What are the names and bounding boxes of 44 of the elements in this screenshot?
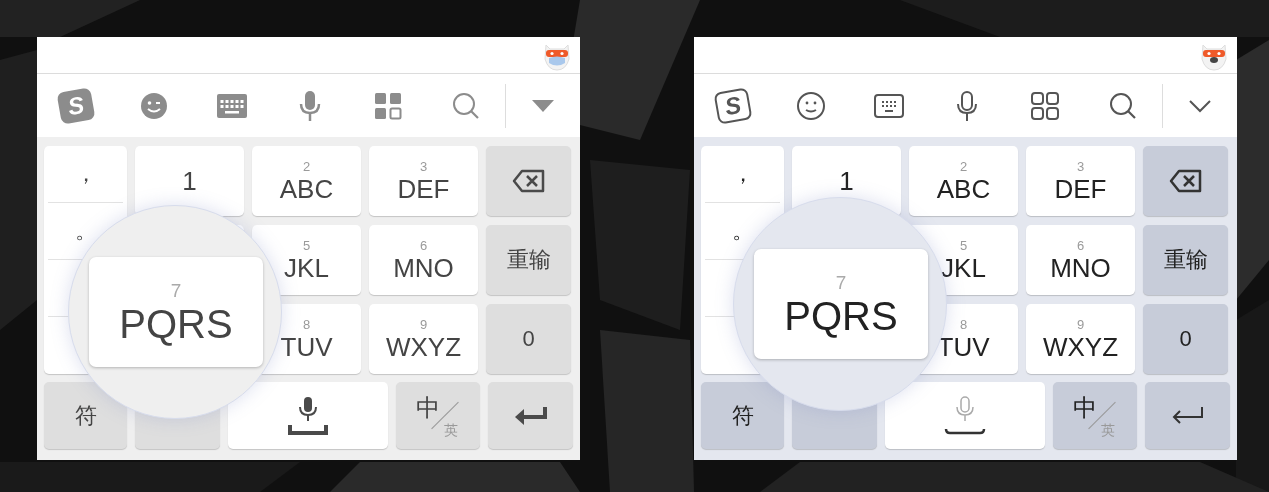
caret-down-icon[interactable] bbox=[531, 98, 555, 113]
microphone-icon[interactable] bbox=[298, 89, 322, 122]
apps-icon[interactable] bbox=[373, 90, 403, 121]
language-switch-key[interactable]: 中 英 bbox=[396, 382, 480, 449]
apps-icon[interactable] bbox=[1030, 90, 1060, 121]
punctuation-key[interactable]: 。 bbox=[74, 220, 97, 242]
function-key[interactable]: 重输 bbox=[1143, 225, 1228, 295]
punctuation-key[interactable]: ， bbox=[74, 163, 97, 185]
chevron-down-icon[interactable] bbox=[1188, 98, 1212, 113]
punctuation-key[interactable]: 。 bbox=[731, 220, 754, 242]
magnified-key: 7 PQRS bbox=[754, 249, 928, 359]
voice-space-icon bbox=[943, 394, 987, 437]
space-key[interactable] bbox=[228, 382, 388, 449]
function-key[interactable]: 符 bbox=[44, 382, 127, 449]
letter-key[interactable]: 6 MNO bbox=[1026, 225, 1135, 295]
letter-key[interactable]: 3 DEF bbox=[369, 146, 478, 216]
backspace-key[interactable] bbox=[486, 146, 571, 216]
emoji-icon[interactable] bbox=[139, 90, 169, 121]
letter-key[interactable]: 2 ABC bbox=[252, 146, 361, 216]
function-key[interactable]: 符 bbox=[701, 382, 784, 449]
keyboard-icon[interactable] bbox=[873, 91, 905, 120]
backspace-key[interactable] bbox=[1143, 146, 1228, 216]
emoji-icon[interactable] bbox=[796, 90, 826, 121]
language-switch-key[interactable]: 中 英 bbox=[1053, 382, 1137, 449]
voice-space-icon bbox=[286, 394, 330, 437]
letter-key[interactable]: 9 WXYZ bbox=[369, 304, 478, 374]
function-key[interactable]: 0 bbox=[486, 304, 571, 374]
logo[interactable]: S bbox=[713, 86, 753, 125]
enter-key[interactable] bbox=[488, 382, 573, 449]
letter-key[interactable]: 9 WXYZ bbox=[1026, 304, 1135, 374]
function-key[interactable]: 0 bbox=[1143, 304, 1228, 374]
microphone-icon[interactable] bbox=[955, 89, 979, 122]
letter-key[interactable]: 2 ABC bbox=[909, 146, 1018, 216]
punctuation-key[interactable]: ， bbox=[731, 163, 754, 185]
letter-key[interactable]: 3 DEF bbox=[1026, 146, 1135, 216]
number-key[interactable]: 1 bbox=[135, 146, 244, 216]
search-icon[interactable] bbox=[1108, 90, 1138, 121]
magnified-key: 7 PQRS bbox=[89, 257, 263, 367]
search-icon[interactable] bbox=[451, 90, 481, 121]
keyboard-icon[interactable] bbox=[216, 91, 248, 120]
function-key[interactable]: 重输 bbox=[486, 225, 571, 295]
letter-key[interactable]: 6 MNO bbox=[369, 225, 478, 295]
backspace-icon bbox=[511, 169, 546, 193]
backspace-icon bbox=[1168, 169, 1203, 193]
